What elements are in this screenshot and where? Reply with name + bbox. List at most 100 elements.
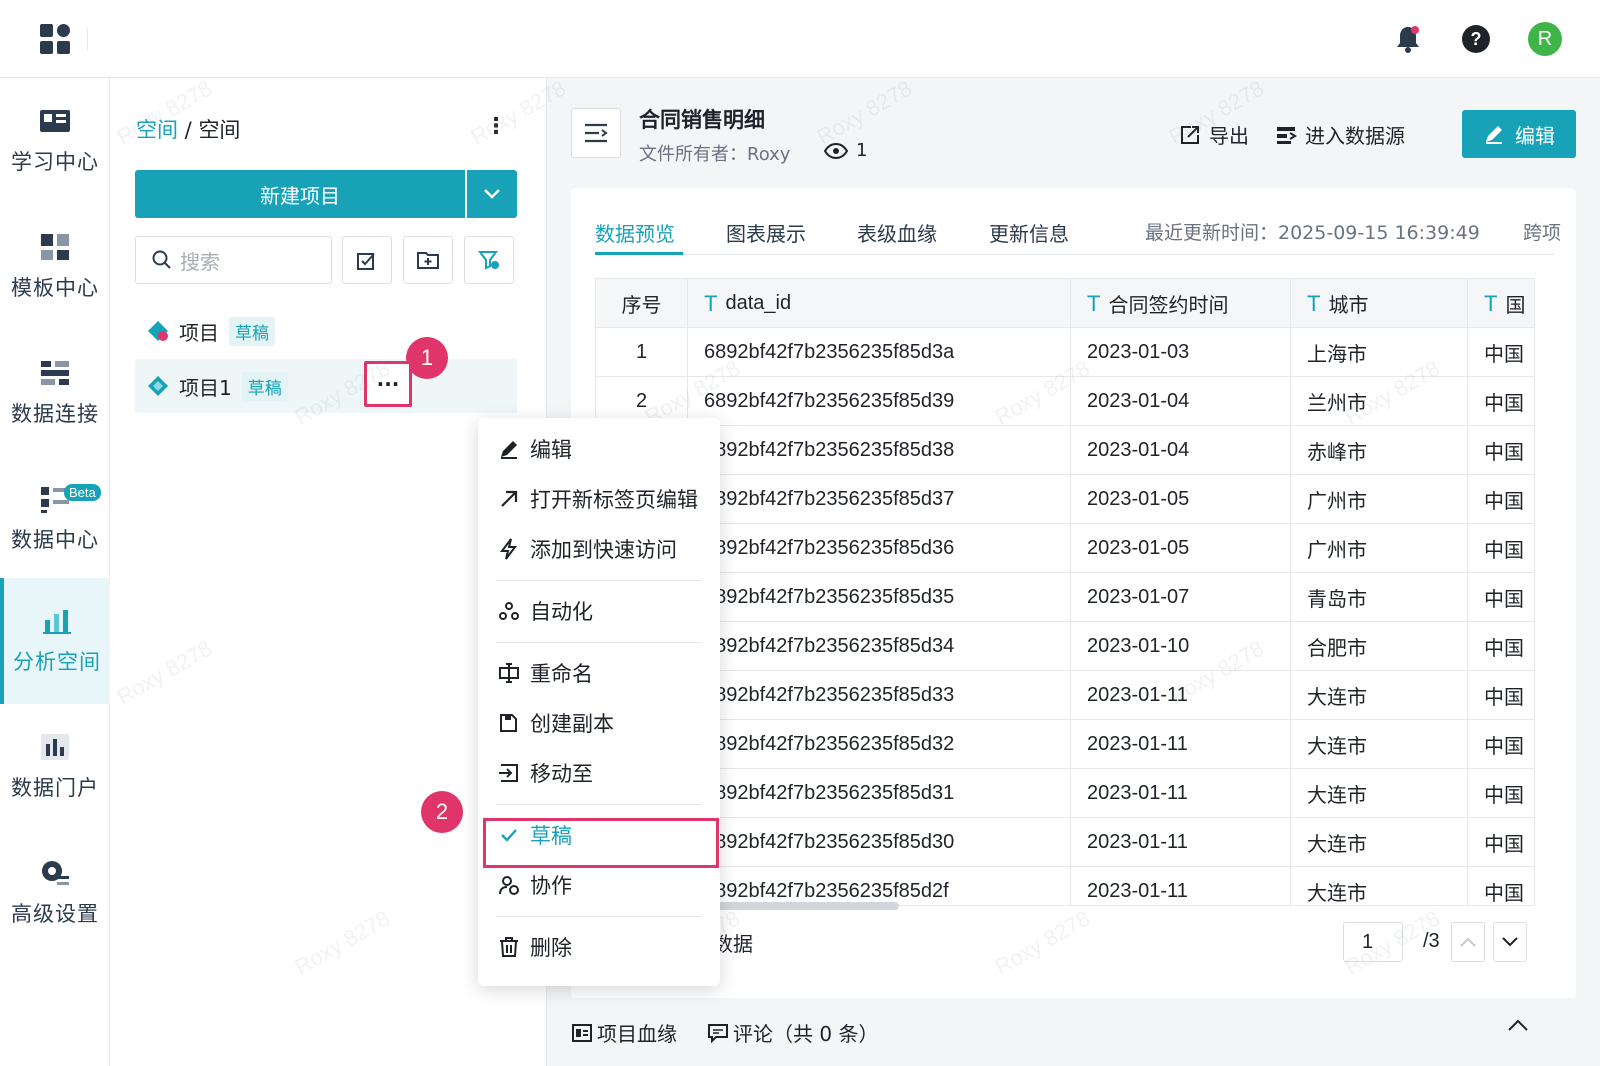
kebab-menu-icon[interactable]: ⋮	[485, 114, 507, 139]
trash-icon	[496, 936, 522, 958]
divider	[87, 28, 88, 50]
nav-item-learning[interactable]: 学习中心	[0, 78, 110, 204]
menu-item-open-new-tab[interactable]: 打开新标签页编辑	[496, 478, 708, 520]
avatar[interactable]: R	[1528, 22, 1562, 56]
menu-divider	[496, 916, 702, 917]
cell-country: 中国	[1484, 636, 1524, 660]
last-updated: 最近更新时间：2025-09-15 16:39:49	[1145, 222, 1480, 244]
project-lineage-button[interactable]: 项目血缘	[571, 1018, 677, 1047]
arrow-up-right-icon	[496, 488, 522, 510]
tab-update-info[interactable]: 更新信息	[989, 218, 1069, 247]
tab-data-preview[interactable]: 数据预览	[595, 218, 675, 247]
comments-button[interactable]: 评论（共 0 条）	[707, 1018, 878, 1047]
cell-city: 大连市	[1291, 769, 1468, 818]
page-next-button[interactable]	[1493, 922, 1527, 962]
new-folder-button[interactable]	[403, 236, 453, 284]
table-row[interactable]: 76892bf42f7b2356235f85d342023-01-10合肥市中国	[596, 622, 1534, 671]
cell-sign-date: 2023-01-04	[1071, 377, 1291, 426]
new-project-button[interactable]: 新建项目	[135, 170, 465, 218]
nav-item-connections[interactable]: 数据连接	[0, 330, 110, 456]
table-row[interactable]: 56892bf42f7b2356235f85d362023-01-05广州市中国	[596, 524, 1534, 573]
batch-select-button[interactable]	[342, 236, 392, 284]
table-row[interactable]: 1 6892bf42f7b2356235f85d3a 2023-01-03 上海市 中国	[596, 328, 1534, 377]
nav-item-templates[interactable]: 模板中心	[0, 204, 110, 330]
tree-item-project[interactable]: 项目 草稿	[135, 304, 517, 358]
column-header-city[interactable]: T 城市	[1291, 279, 1468, 328]
search-icon	[152, 250, 171, 269]
tab-table-lineage[interactable]: 表级血缘	[857, 218, 937, 247]
cell-data-id: 6892bf42f7b2356235f85d36	[688, 524, 1071, 573]
tab-chart-display[interactable]: 图表展示	[726, 218, 806, 247]
more-actions-button[interactable]: ···	[364, 361, 412, 407]
cell-country: 中国	[1484, 391, 1524, 415]
cell-sign-date: 2023-01-11	[1071, 720, 1291, 769]
edit-button[interactable]: 编辑	[1462, 110, 1576, 158]
table-row[interactable]: 96892bf42f7b2356235f85d322023-01-11大连市中国	[596, 720, 1534, 769]
draft-highlight-box	[483, 818, 719, 868]
analysis-icon	[43, 610, 71, 634]
cell-country: 中国	[1484, 832, 1524, 856]
lightning-icon	[496, 538, 522, 560]
portal-icon	[41, 734, 69, 760]
menu-item-rename[interactable]: 重命名	[496, 652, 708, 694]
lineage-icon	[572, 1023, 592, 1042]
help-icon[interactable]: ?	[1459, 22, 1493, 56]
cell-data-id: 6892bf42f7b2356235f85d37	[688, 475, 1071, 524]
menu-item-add-quick-access[interactable]: 添加到快速访问	[496, 528, 708, 570]
nav-item-data-center[interactable]: Beta 数据中心	[0, 456, 110, 582]
page-total: /3	[1423, 930, 1440, 952]
cross-project-label[interactable]: 跨项	[1523, 218, 1561, 245]
column-header-data-id[interactable]: Tdata_id	[688, 279, 1071, 328]
cell-sign-date: 2023-01-11	[1071, 818, 1291, 867]
menu-item-automation[interactable]: 自动化	[496, 590, 708, 632]
table-row[interactable]: 2 6892bf42f7b2356235f85d39 2023-01-04 兰州市 中国	[596, 377, 1534, 426]
menu-item-move-to[interactable]: 移动至	[496, 752, 708, 794]
cell-country: 中国	[1484, 783, 1524, 807]
filter-button[interactable]	[464, 236, 514, 284]
column-header-index: 序号	[596, 279, 688, 328]
page-prev-button[interactable]	[1451, 922, 1485, 962]
menu-item-edit[interactable]: 编辑	[496, 428, 708, 470]
nav-item-portal[interactable]: 数据门户	[0, 704, 110, 830]
table-row[interactable]: 46892bf42f7b2356235f85d372023-01-05广州市中国	[596, 475, 1534, 524]
toggle-outline-button[interactable]	[571, 108, 621, 158]
cell-city: 上海市	[1291, 328, 1468, 377]
new-project-dropdown-button[interactable]	[467, 170, 517, 218]
column-header-country[interactable]: T国	[1468, 279, 1534, 328]
table-row[interactable]: 36892bf42f7b2356235f85d382023-01-04赤峰市中国	[596, 426, 1534, 475]
cell-sign-date: 2023-01-07	[1071, 573, 1291, 622]
data-table: 序号 Tdata_id T 合同签约时间 T 城市 T国 1 6892bf42f7b2…	[595, 278, 1535, 906]
menu-item-duplicate[interactable]: 创建副本	[496, 702, 708, 744]
nav-item-advanced-settings[interactable]: 高级设置	[0, 830, 110, 956]
tree-item-project1[interactable]: 项目1 草稿	[135, 359, 517, 413]
menu-item-collaborate[interactable]: 协作	[496, 864, 708, 906]
comments-label: 评论（共 0 条）	[733, 1022, 879, 1046]
table-row[interactable]: 66892bf42f7b2356235f85d352023-01-07青岛市中国	[596, 573, 1534, 622]
menu-item-label: 删除	[530, 936, 572, 960]
table-row[interactable]: 106892bf42f7b2356235f85d312023-01-11大连市中…	[596, 769, 1534, 818]
cell-sign-date: 2023-01-11	[1071, 769, 1291, 818]
nav-item-analysis-space[interactable]: 分析空间	[0, 578, 110, 704]
column-header-sign-date[interactable]: T 合同签约时间	[1071, 279, 1291, 328]
text-type-icon: T	[1307, 290, 1321, 316]
horizontal-scrollbar[interactable]	[695, 902, 899, 910]
export-button[interactable]: 导出	[1179, 120, 1249, 149]
search-input[interactable]: 搜索	[135, 236, 332, 284]
page-number-input[interactable]: 1	[1343, 922, 1403, 962]
enter-datasource-button[interactable]: 进入数据源	[1275, 120, 1405, 149]
breadcrumb-link[interactable]: 空间	[136, 118, 178, 142]
cell-city: 合肥市	[1291, 622, 1468, 671]
table-row[interactable]: 86892bf42f7b2356235f85d332023-01-11大连市中国	[596, 671, 1534, 720]
bell-icon[interactable]	[1391, 22, 1425, 56]
cell-index: 1	[596, 328, 688, 377]
settings-icon	[42, 861, 69, 885]
cell-sign-date: 2023-01-11	[1071, 671, 1291, 720]
cell-country: 中国	[1484, 734, 1524, 758]
nav-label: 数据门户	[11, 776, 99, 800]
search-placeholder: 搜索	[180, 249, 220, 274]
menu-item-delete[interactable]: 删除	[496, 926, 708, 968]
collapse-panel-button[interactable]	[1507, 1018, 1529, 1032]
apps-logo-icon[interactable]	[40, 24, 72, 56]
table-row[interactable]: 126892bf42f7b2356235f85d2f2023-01-11大连市中…	[596, 867, 1534, 905]
table-row[interactable]: 116892bf42f7b2356235f85d302023-01-11大连市中…	[596, 818, 1534, 867]
